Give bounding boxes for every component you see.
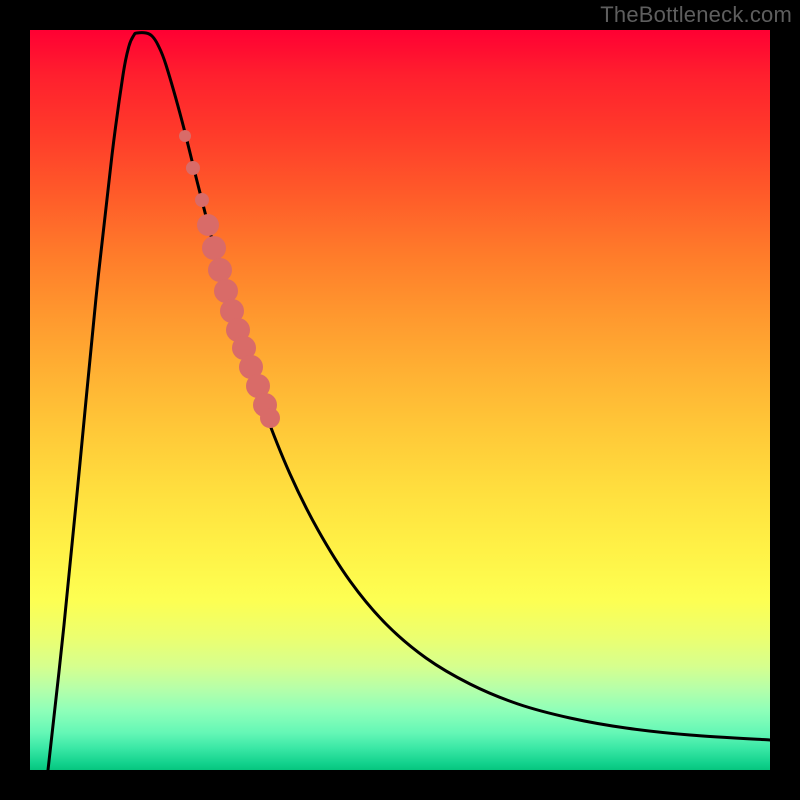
- highlight-dot: [197, 214, 219, 236]
- bottleneck-curve: [48, 33, 770, 770]
- highlight-dot: [179, 130, 191, 142]
- watermark-text: TheBottleneck.com: [600, 2, 792, 28]
- curve-layer: [30, 30, 770, 770]
- highlight-dot: [208, 258, 232, 282]
- highlight-dot: [260, 408, 280, 428]
- plot-area: [30, 30, 770, 770]
- highlight-dot: [202, 236, 226, 260]
- highlight-dot: [195, 193, 209, 207]
- highlight-dots: [179, 130, 280, 428]
- highlight-dot: [186, 161, 200, 175]
- chart-frame: TheBottleneck.com: [0, 0, 800, 800]
